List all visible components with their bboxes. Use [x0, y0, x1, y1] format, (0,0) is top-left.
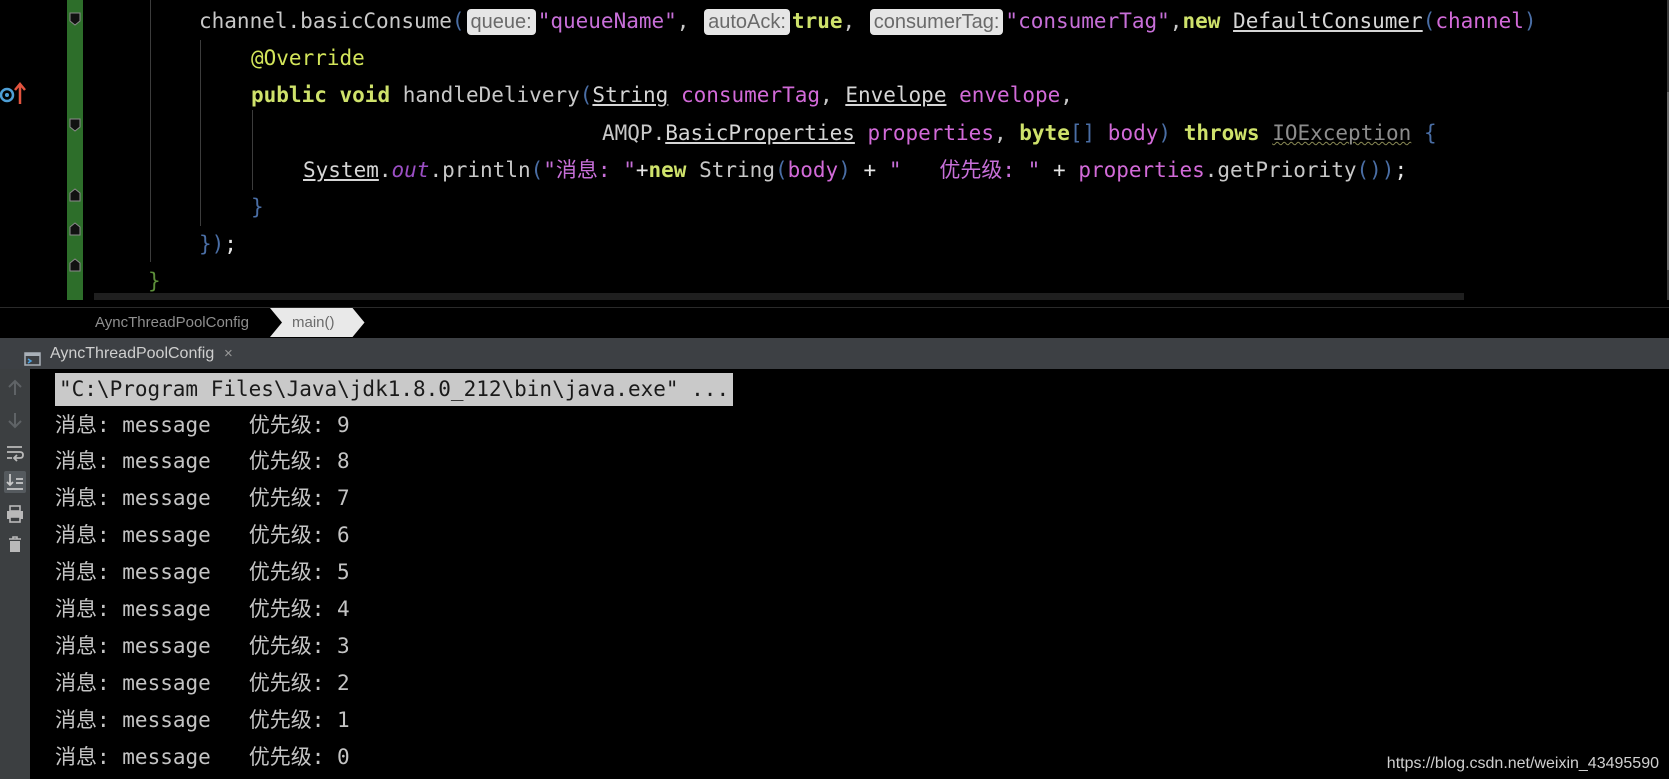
console-line: 消息: message 优先级: 0 [55, 745, 350, 769]
breadcrumb: AyncThreadPoolConfig main() [0, 307, 1669, 338]
scroll-to-end-icon[interactable] [4, 471, 26, 493]
run-tool-window-header: AyncThreadPoolConfig × [0, 338, 1669, 369]
console-line: 消息: message 优先级: 1 [55, 708, 350, 732]
console-line: 消息: message 优先级: 6 [55, 523, 350, 547]
arrow-up-icon[interactable] [4, 377, 26, 399]
horizontal-scrollbar[interactable] [94, 293, 1464, 300]
param-hint-consumertag: consumerTag: [869, 9, 1004, 35]
fold-icon[interactable] [69, 188, 81, 202]
console-line: 消息: message 优先级: 5 [55, 560, 350, 584]
code-line-3: public void handleDelivery(String consum… [251, 83, 1073, 107]
breadcrumb-class[interactable]: AyncThreadPoolConfig [95, 308, 249, 338]
console-line: 消息: message 优先级: 7 [55, 486, 350, 510]
console-line: 消息: message 优先级: 8 [55, 449, 350, 473]
run-config-icon [24, 346, 41, 366]
run-tab-label: AyncThreadPoolConfig [50, 345, 215, 362]
code-editor[interactable]: channel.basicConsume(queue: "queueName", … [0, 0, 1669, 307]
code-line-2: @Override [251, 46, 365, 70]
gutter-change-marker [67, 0, 83, 300]
watermark: https://blog.csdn.net/weixin_43495590 [1386, 755, 1659, 772]
param-hint-queue: queue: [466, 9, 536, 35]
fold-icon[interactable] [69, 118, 81, 132]
code-line-6: } [251, 195, 264, 219]
indent-guide [252, 110, 253, 190]
close-icon[interactable]: × [224, 338, 233, 369]
trash-icon[interactable] [4, 533, 26, 555]
code-line-7: }); [199, 232, 237, 256]
fold-icon[interactable] [69, 222, 81, 236]
console-line: 消息: message 优先级: 4 [55, 597, 350, 621]
indent-guide [150, 0, 151, 262]
console-toolbar [0, 369, 30, 779]
print-icon[interactable] [4, 503, 26, 525]
breadcrumb-method[interactable]: main() [270, 308, 365, 337]
console-line: 消息: message 优先级: 3 [55, 634, 350, 658]
code-line-5: System.out.println("消息: "+new String(bod… [303, 158, 1408, 182]
code-line-8: } [148, 269, 161, 293]
code-line-1: channel.basicConsume(queue: "queueName", … [199, 9, 1537, 35]
fold-icon[interactable] [69, 12, 81, 26]
method-override-icon[interactable] [0, 80, 28, 108]
soft-wrap-icon[interactable] [4, 441, 26, 463]
console-line: 消息: message 优先级: 9 [55, 413, 350, 437]
code-line-4: AMQP.BasicProperties properties, byte[] … [602, 121, 1437, 145]
console-line: 消息: message 优先级: 2 [55, 671, 350, 695]
console-command-line: "C:\Program Files\Java\jdk1.8.0_212\bin\… [55, 373, 734, 406]
indent-guide [200, 40, 201, 226]
console-output[interactable]: "C:\Program Files\Java\jdk1.8.0_212\bin\… [30, 369, 1669, 779]
fold-icon[interactable] [69, 258, 81, 272]
arrow-down-icon[interactable] [4, 409, 26, 431]
param-hint-autoack: autoAck: [704, 9, 790, 35]
